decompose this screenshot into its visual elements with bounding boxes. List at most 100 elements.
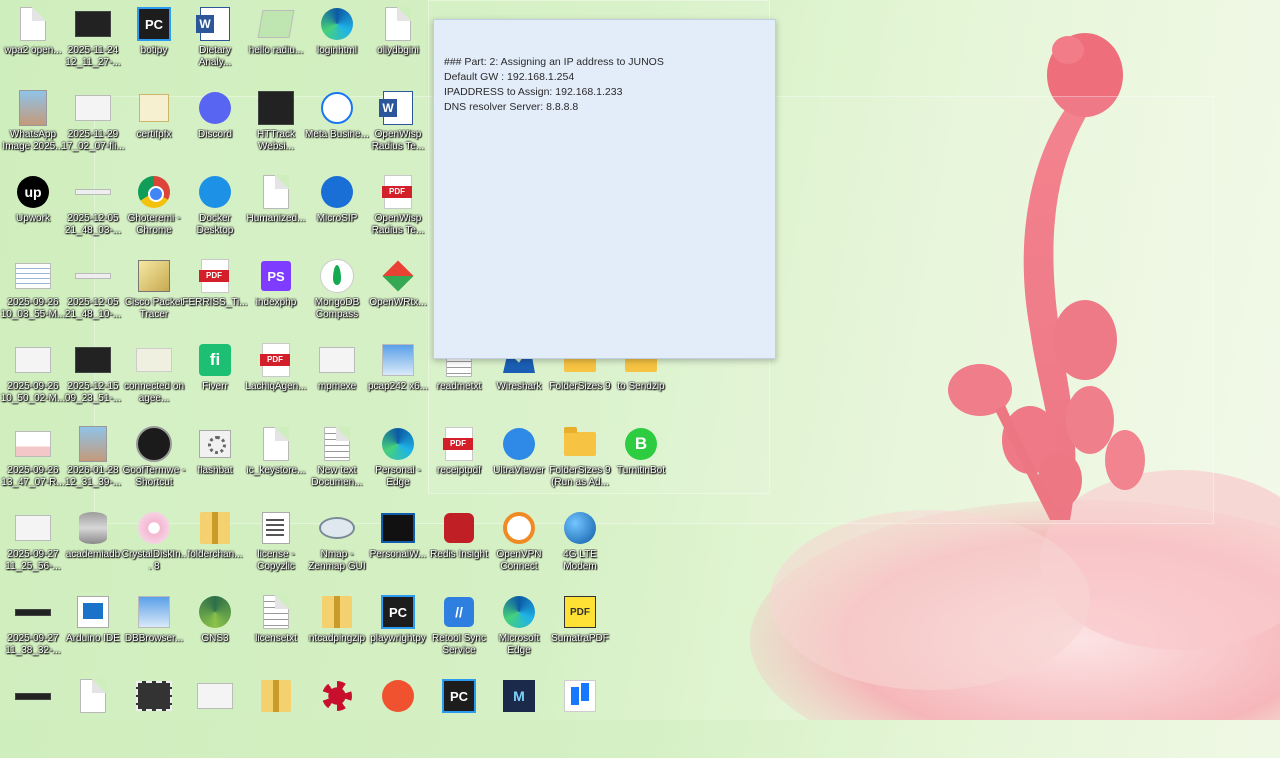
desktop-icon[interactable]: B TurnitinBot [608,424,674,506]
desktop-icon[interactable]: FolderSizes 9 (Run as Ad... [547,424,613,506]
desktop-icon[interactable]: PDF SumatraPDF [547,592,613,674]
desktop-icon[interactable] [182,676,248,758]
desktop-icon[interactable]: folderchan... [182,508,248,590]
desktop-icon[interactable]: Ghoteremi - Chrome [121,172,187,254]
desktop-icon-label: 4G LTE Modem [563,549,597,572]
desktop-icon[interactable]: receiptpdf [426,424,492,506]
desktop-icon[interactable]: PC [426,676,492,758]
desktop-icon[interactable]: 4G LTE Modem [547,508,613,590]
doc-icon [15,6,51,42]
desktop-icon[interactable] [0,676,66,758]
desktop-icon[interactable]: 2025-11-29 17_02_07-fli... [60,88,126,170]
folder-icon [562,426,598,462]
desktop-icon[interactable]: LachiqAgen... [243,340,309,422]
desktop-icon[interactable]: 2025-11-24 12_11_27-... [60,4,126,86]
desktop-icon[interactable]: licensetxt [243,592,309,674]
desktop-icon[interactable]: PersonalW... [365,508,431,590]
thumb-dark-line-icon [15,678,51,714]
desktop-icon[interactable]: mpmexe [304,340,370,422]
desktop-icon[interactable]: up Upwork [0,172,66,254]
desktop-icon[interactable]: CrystalDiskIn... 8 [121,508,187,590]
desktop-icon[interactable] [547,676,613,758]
desktop-icon[interactable]: fi Fiverr [182,340,248,422]
thumb-icon [197,678,233,714]
desktop-icon[interactable]: Discord [182,88,248,170]
desktop-icon[interactable]: 2025-09-27 11_25_56-... [0,508,66,590]
desktop-icon[interactable]: Personal - Edge [365,424,431,506]
desktop-icon[interactable]: WhatsApp Image 2025... [0,88,66,170]
desktop-icon[interactable] [60,676,126,758]
desktop-icon[interactable]: New text Documen... [304,424,370,506]
desktop-icon-label: CrystalDiskIn... 8 [121,549,187,572]
desktop-icon-label: folderchan... [187,549,243,560]
desktop-icon[interactable]: Cisco Packet Tracer [121,256,187,338]
desktop-icon[interactable]: GoofTermwe - Shortcut [121,424,187,506]
desktop-icon[interactable]: hello radiu... [243,4,309,86]
desktop-icon[interactable] [365,676,431,758]
desktop-icon[interactable]: 2025-09-26 13_47_07-R... [0,424,66,506]
desktop-icon[interactable]: MongoDB Compass [304,256,370,338]
desktop-icon[interactable]: license - Copyzlic [243,508,309,590]
desktop-icon[interactable]: 2026-01-28 12_31_39-... [60,424,126,506]
desktop-icon[interactable]: ollydbgini [365,4,431,86]
desktop-icon[interactable]: UltraViewer [486,424,552,506]
desktop-icon[interactable]: loginhtml [304,4,370,86]
desktop-icon[interactable]: Arduino IDE [60,592,126,674]
desktop-icon-label: Personal - Edge [375,465,421,488]
desktop-icon[interactable]: academiadb [60,508,126,590]
desktop-icon[interactable]: PS indexphp [243,256,309,338]
desktop-icon-label: 2025-12-05 21_48_03-... [64,213,122,236]
desktop-icon[interactable]: 2025-12-05 21_48_03-... [60,172,126,254]
desktop-icon[interactable]: MicroSIP [304,172,370,254]
notepad-green-icon [257,6,295,42]
desktop-icon[interactable]: 2025-12-05 21_48_10-... [60,256,126,338]
desktop-icon[interactable]: Dietary Analy... [182,4,248,86]
desktop-icon-label: MongoDB Compass [314,297,360,320]
desktop-icon[interactable]: ic_keystore... [243,424,309,506]
desktop-icon[interactable]: OpenWRtx... [365,256,431,338]
desktop-icon-label: 2025-12-15 09_23_51-... [64,381,122,404]
desktop-icon[interactable]: 2025-12-15 09_23_51-... [60,340,126,422]
desktop-icon[interactable] [121,676,187,758]
desktop-icon[interactable]: flashbat [182,424,248,506]
desktop-icon[interactable] [304,676,370,758]
thumb-dark-white-icon [75,6,111,42]
note-line: ### Part: 2: Assigning an IP address to … [444,56,664,68]
desktop-icon[interactable]: PC playwrightpy [365,592,431,674]
desktop-icon[interactable]: GNS3 [182,592,248,674]
desktop-icon[interactable]: OpenWisp Radius Te... [365,88,431,170]
desktop-icon[interactable]: FERRISS_Ti... [182,256,248,338]
desktop-icon[interactable]: pcap242 x6... [365,340,431,422]
desktop-icon[interactable]: Docker Desktop [182,172,248,254]
desktop-icon-label: flashbat [197,465,233,476]
desktop-icon-label: Microsoft Edge [498,633,540,656]
desktop-icon[interactable]: PC botipy [121,4,187,86]
desktop-icon[interactable]: Microsoft Edge [486,592,552,674]
desktop-icon[interactable]: wpa2 open... [0,4,66,86]
desktop-icon[interactable]: OpenVPN Connect [486,508,552,590]
word-icon [196,6,233,42]
chrome-icon [136,174,172,210]
desktop-icon[interactable]: DBBrowser... [121,592,187,674]
desktop-icon[interactable]: ntcadpingzip [304,592,370,674]
desktop-icon[interactable]: 2025-09-26 10_50_02-M... [0,340,66,422]
desktop-icon[interactable]: Humanized... [243,172,309,254]
desktop-icon-label: playwrightpy [370,633,426,644]
desktop-icon[interactable]: M [486,676,552,758]
desktop-icon-label: Ghoteremi - Chrome [127,213,181,236]
desktop-icon[interactable]: Nmap - Zenmap GUI [304,508,370,590]
notepad-window[interactable]: ### Part: 2: Assigning an IP address to … [433,19,776,359]
desktop-icon[interactable]: OpenWisp Radius Te... [365,172,431,254]
desktop-icon[interactable]: Meta Busine... [304,88,370,170]
desktop-icon[interactable]: Redis Insight [426,508,492,590]
desktop-icon[interactable] [243,676,309,758]
desktop-icon[interactable]: // Retool Sync Service [426,592,492,674]
desktop-icon[interactable]: 2025-09-26 10_03_55-M... [0,256,66,338]
desktop-icon[interactable]: certifpfx [121,88,187,170]
pdf-icon [197,258,233,294]
desktop-icon-label: LachiqAgen... [245,381,307,392]
desktop-icon-label: GoofTermwe - Shortcut [122,465,186,488]
desktop-icon[interactable]: 2025-09-27 11_38_32-... [0,592,66,674]
desktop-icon[interactable]: connected on agee... [121,340,187,422]
desktop-icon[interactable]: HTTrack Websi... [243,88,309,170]
